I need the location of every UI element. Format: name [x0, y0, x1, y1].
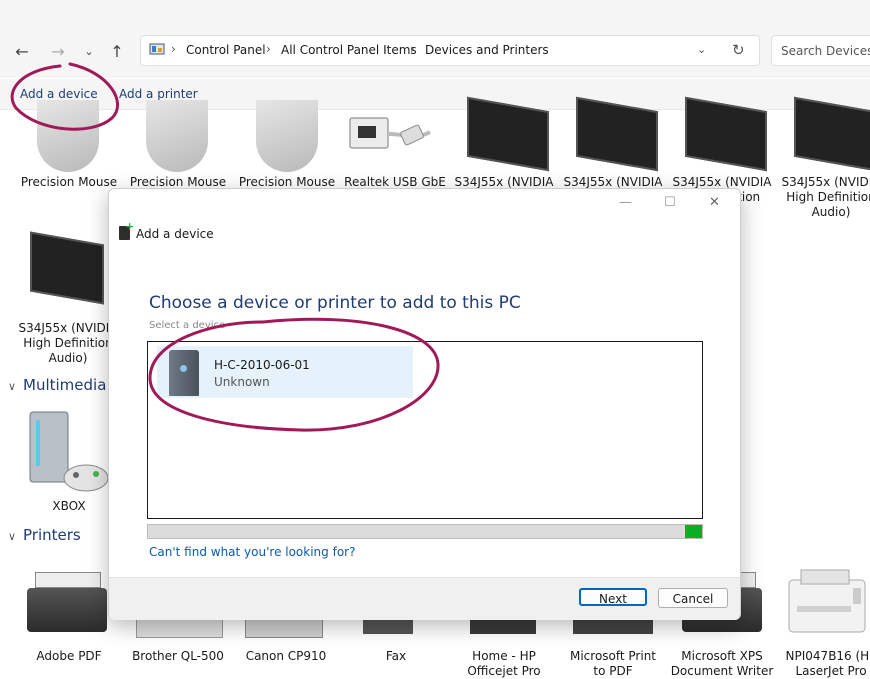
- breadcrumb-separator-icon: ›: [171, 42, 176, 56]
- device-label: S34J55x (NVIDIA: [563, 175, 663, 189]
- device-label: Realtek USB GbE: [344, 175, 446, 189]
- command-bar: Add a device Add a printer: [0, 79, 870, 110]
- up-arrow-icon[interactable]: ↑: [106, 40, 128, 62]
- breadcrumb-separator-icon: ›: [410, 42, 415, 56]
- xbox-console-icon: [29, 411, 109, 492]
- device-label: Precision Mouse: [129, 175, 227, 189]
- refresh-icon[interactable]: ↻: [732, 41, 745, 59]
- dialog-title: Add a device: [136, 227, 214, 241]
- device-label: S34J55x (NVIDIA: [672, 175, 772, 189]
- control-panel-icon: [149, 43, 165, 55]
- forward-arrow-icon[interactable]: →: [47, 40, 69, 62]
- breadcrumb-devices-and-printers[interactable]: Devices and Printers: [425, 43, 549, 57]
- printer-item[interactable]: Fax: [344, 649, 448, 664]
- add-device-icon: [119, 220, 134, 240]
- device-label: Audio): [48, 351, 88, 365]
- search-input[interactable]: Search Devices ar: [781, 44, 870, 58]
- printer-label: Microsoft XPS: [681, 649, 763, 663]
- printer-label: Fax: [385, 649, 407, 663]
- breadcrumb-control-panel[interactable]: Control Panel: [186, 43, 266, 57]
- add-printer-button[interactable]: Add a printer: [119, 87, 198, 101]
- device-item[interactable]: Precision Mouse: [17, 175, 121, 190]
- dialog-heading: Choose a device or printer to add to thi…: [149, 293, 521, 313]
- device-label: S34J55x (NVIDIA: [18, 321, 118, 335]
- printer-label: Adobe PDF: [36, 649, 102, 663]
- device-item[interactable]: S34J55x (NVIDIA High Definition Audio): [16, 321, 120, 366]
- device-name: H-C-2010-06-01: [214, 358, 310, 372]
- next-button[interactable]: Next: [579, 588, 647, 606]
- mouse-icon: [146, 100, 208, 172]
- device-item[interactable]: S34J55x (NVIDIA High Definition Audio): [779, 175, 870, 220]
- printer-item[interactable]: Brother QL-500: [126, 649, 230, 664]
- progress-fill: [685, 525, 702, 538]
- address-dropdown-chevron-icon[interactable]: ⌄: [697, 43, 706, 56]
- collapse-chevron-icon[interactable]: ∨: [8, 380, 16, 393]
- maximize-icon[interactable]: ☐: [664, 195, 676, 210]
- dialog-subheading: Select a device: [149, 320, 226, 331]
- laser-printer-icon: [788, 569, 866, 633]
- printer-label: LaserJet Pro: [795, 664, 867, 678]
- device-label: XBOX: [52, 499, 86, 513]
- printer-label: Officejet Pro: [467, 664, 541, 678]
- printer-label: Document Writer: [670, 664, 774, 678]
- close-icon[interactable]: ✕: [709, 195, 720, 210]
- breadcrumb-all-items[interactable]: All Control Panel Items: [281, 43, 417, 57]
- printer-item[interactable]: Home - HP Officejet Pro: [452, 649, 556, 679]
- printer-label: NPI047B16 (HP: [785, 649, 870, 663]
- device-label: Precision Mouse: [20, 175, 118, 189]
- printer-item[interactable]: Microsoft Print to PDF: [561, 649, 665, 679]
- printer-label: to PDF: [593, 664, 633, 678]
- recent-locations-chevron-icon[interactable]: ⌄: [78, 40, 100, 62]
- cant-find-device-link[interactable]: Can't find what you're looking for?: [149, 545, 355, 559]
- printers-group-header[interactable]: Printers: [23, 526, 81, 544]
- mouse-icon: [37, 100, 99, 172]
- device-label: High Definition: [786, 190, 870, 204]
- device-status: Unknown: [214, 375, 270, 389]
- printer-item[interactable]: NPI047B16 (HP LaserJet Pro: [779, 649, 870, 679]
- computer-tower-icon: [169, 350, 199, 396]
- navigation-bar: ← → ⌄ ↑ › Control Panel › All Control Pa…: [0, 0, 870, 78]
- cancel-button[interactable]: Cancel: [658, 588, 728, 608]
- mouse-icon: [256, 100, 318, 172]
- monitor-icon: [794, 96, 870, 172]
- multimedia-item[interactable]: XBOX: [17, 499, 121, 514]
- dialog-footer: Next Cancel: [109, 577, 740, 620]
- breadcrumb-separator-icon: ›: [266, 42, 271, 56]
- add-device-button[interactable]: Add a device: [20, 87, 98, 101]
- minimize-icon[interactable]: —: [619, 195, 632, 210]
- printer-label: Canon CP910: [245, 649, 327, 663]
- search-progress-bar: [147, 524, 703, 539]
- printer-label: Brother QL-500: [132, 649, 224, 663]
- printer-item[interactable]: Adobe PDF: [17, 649, 121, 664]
- search-box[interactable]: Search Devices ar: [771, 35, 870, 66]
- printer-item[interactable]: Canon CP910: [234, 649, 338, 664]
- device-label: Precision Mouse: [238, 175, 336, 189]
- device-list-item[interactable]: H-C-2010-06-01 Unknown: [157, 346, 413, 398]
- collapse-chevron-icon[interactable]: ∨: [8, 530, 16, 543]
- printer-label: Home - HP: [472, 649, 536, 663]
- device-label: High Definition: [23, 336, 113, 350]
- printer-label: Microsoft Print: [569, 649, 657, 663]
- usb-ethernet-adapter-icon: [349, 117, 431, 149]
- device-label: Audio): [811, 205, 851, 219]
- device-list[interactable]: H-C-2010-06-01 Unknown: [147, 341, 703, 519]
- printer-icon: [27, 572, 107, 632]
- device-label: S34J55x (NVIDIA: [454, 175, 554, 189]
- printer-item[interactable]: Microsoft XPS Document Writer: [670, 649, 774, 679]
- add-device-dialog: — ☐ ✕ Add a device Choose a device or pr…: [108, 188, 741, 620]
- monitor-icon: [30, 231, 104, 305]
- address-bar[interactable]: › Control Panel › All Control Panel Item…: [140, 35, 760, 66]
- back-arrow-icon[interactable]: ←: [11, 40, 33, 62]
- device-label: S34J55x (NVIDIA: [781, 175, 870, 189]
